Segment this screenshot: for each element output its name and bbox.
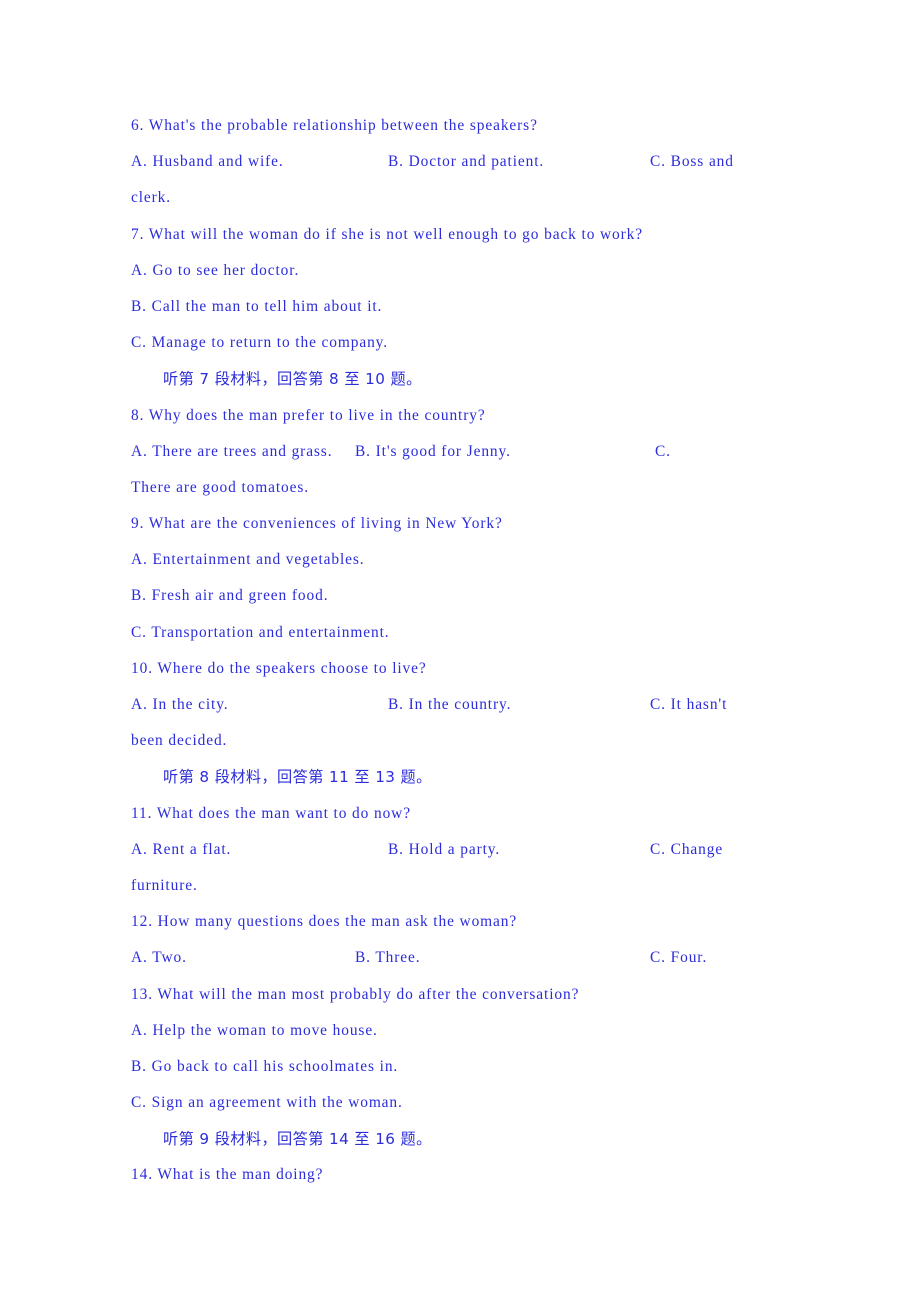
- section-heading-material-8: 听第 8 段材料，回答第 11 至 13 题。: [163, 768, 432, 787]
- question-6-options-continuation: clerk.: [131, 189, 172, 207]
- question-8-stem: 8. Why does the man prefer to live in th…: [131, 406, 486, 424]
- question-11-option-a: A. Rent a flat.: [131, 840, 232, 858]
- question-7-option-a: A. Go to see her doctor.: [131, 261, 300, 279]
- question-13-option-a: A. Help the woman to move house.: [131, 1021, 378, 1039]
- exam-content-column: 6. What's the probable relationship betw…: [131, 108, 791, 1194]
- question-9-stem: 9. What are the conveniences of living i…: [131, 515, 503, 533]
- question-7-option-b: B. Call the man to tell him about it.: [131, 297, 383, 315]
- question-6-option-a: A. Husband and wife.: [131, 153, 284, 171]
- question-8-option-c: C.: [655, 442, 671, 460]
- question-10-option-a: A. In the city.: [131, 696, 229, 713]
- section-heading-material-7: 听第 7 段材料，回答第 8 至 10 题。: [163, 370, 422, 389]
- question-11-options-continuation: furniture.: [131, 876, 198, 894]
- question-6-option-c: C. Boss and: [650, 153, 734, 171]
- question-7-stem: 7. What will the woman do if she is not …: [131, 225, 644, 243]
- question-10-options-continuation: been decided.: [131, 732, 228, 750]
- question-8-option-a: A. There are trees and grass.: [131, 442, 333, 460]
- question-8-option-b: B. It's good for Jenny.: [355, 442, 511, 460]
- question-8-options-row: A. There are trees and grass. B. It's go…: [131, 434, 791, 470]
- question-13-option-b: B. Go back to call his schoolmates in.: [131, 1057, 399, 1075]
- section-heading-material-9: 听第 9 段材料，回答第 14 至 16 题。: [163, 1130, 432, 1149]
- question-12-option-a: A. Two.: [131, 949, 187, 967]
- question-12-option-c: C. Four.: [650, 949, 708, 967]
- question-7-option-c: C. Manage to return to the company.: [131, 334, 389, 352]
- question-14-stem: 14. What is the man doing?: [131, 1166, 324, 1184]
- question-8-options-continuation: There are good tomatoes.: [131, 478, 310, 496]
- question-6-stem: 6. What's the probable relationship betw…: [131, 117, 538, 134]
- question-10-option-b: B. In the country.: [388, 696, 512, 713]
- question-13-stem: 13. What will the man most probably do a…: [131, 985, 580, 1003]
- question-11-option-c: C. Change: [650, 840, 724, 858]
- question-11-options-row: A. Rent a flat. B. Hold a party. C. Chan…: [131, 832, 791, 868]
- question-9-option-b: B. Fresh air and green food.: [131, 587, 329, 605]
- question-6-options-row: A. Husband and wife. B. Doctor and patie…: [131, 144, 791, 180]
- question-13-option-c: C. Sign an agreement with the woman.: [131, 1094, 403, 1112]
- question-12-option-b: B. Three.: [355, 949, 421, 967]
- question-10-options-row: A. In the city. B. In the country. C. It…: [131, 687, 791, 723]
- question-11-option-b: B. Hold a party.: [388, 840, 501, 858]
- question-12-stem: 12. How many questions does the man ask …: [131, 913, 518, 931]
- question-9-option-a: A. Entertainment and vegetables.: [131, 551, 365, 569]
- question-6-option-b: B. Doctor and patient.: [388, 153, 545, 171]
- exam-paper-page: 6. What's the probable relationship betw…: [0, 0, 920, 1302]
- question-11-stem: 11. What does the man want to do now?: [131, 804, 411, 822]
- question-10-option-c: C. It hasn't: [650, 696, 728, 713]
- question-9-option-c: C. Transportation and entertainment.: [131, 623, 390, 641]
- question-12-options-row: A. Two. B. Three. C. Four.: [131, 940, 791, 976]
- question-10-stem: 10. Where do the speakers choose to live…: [131, 659, 427, 677]
